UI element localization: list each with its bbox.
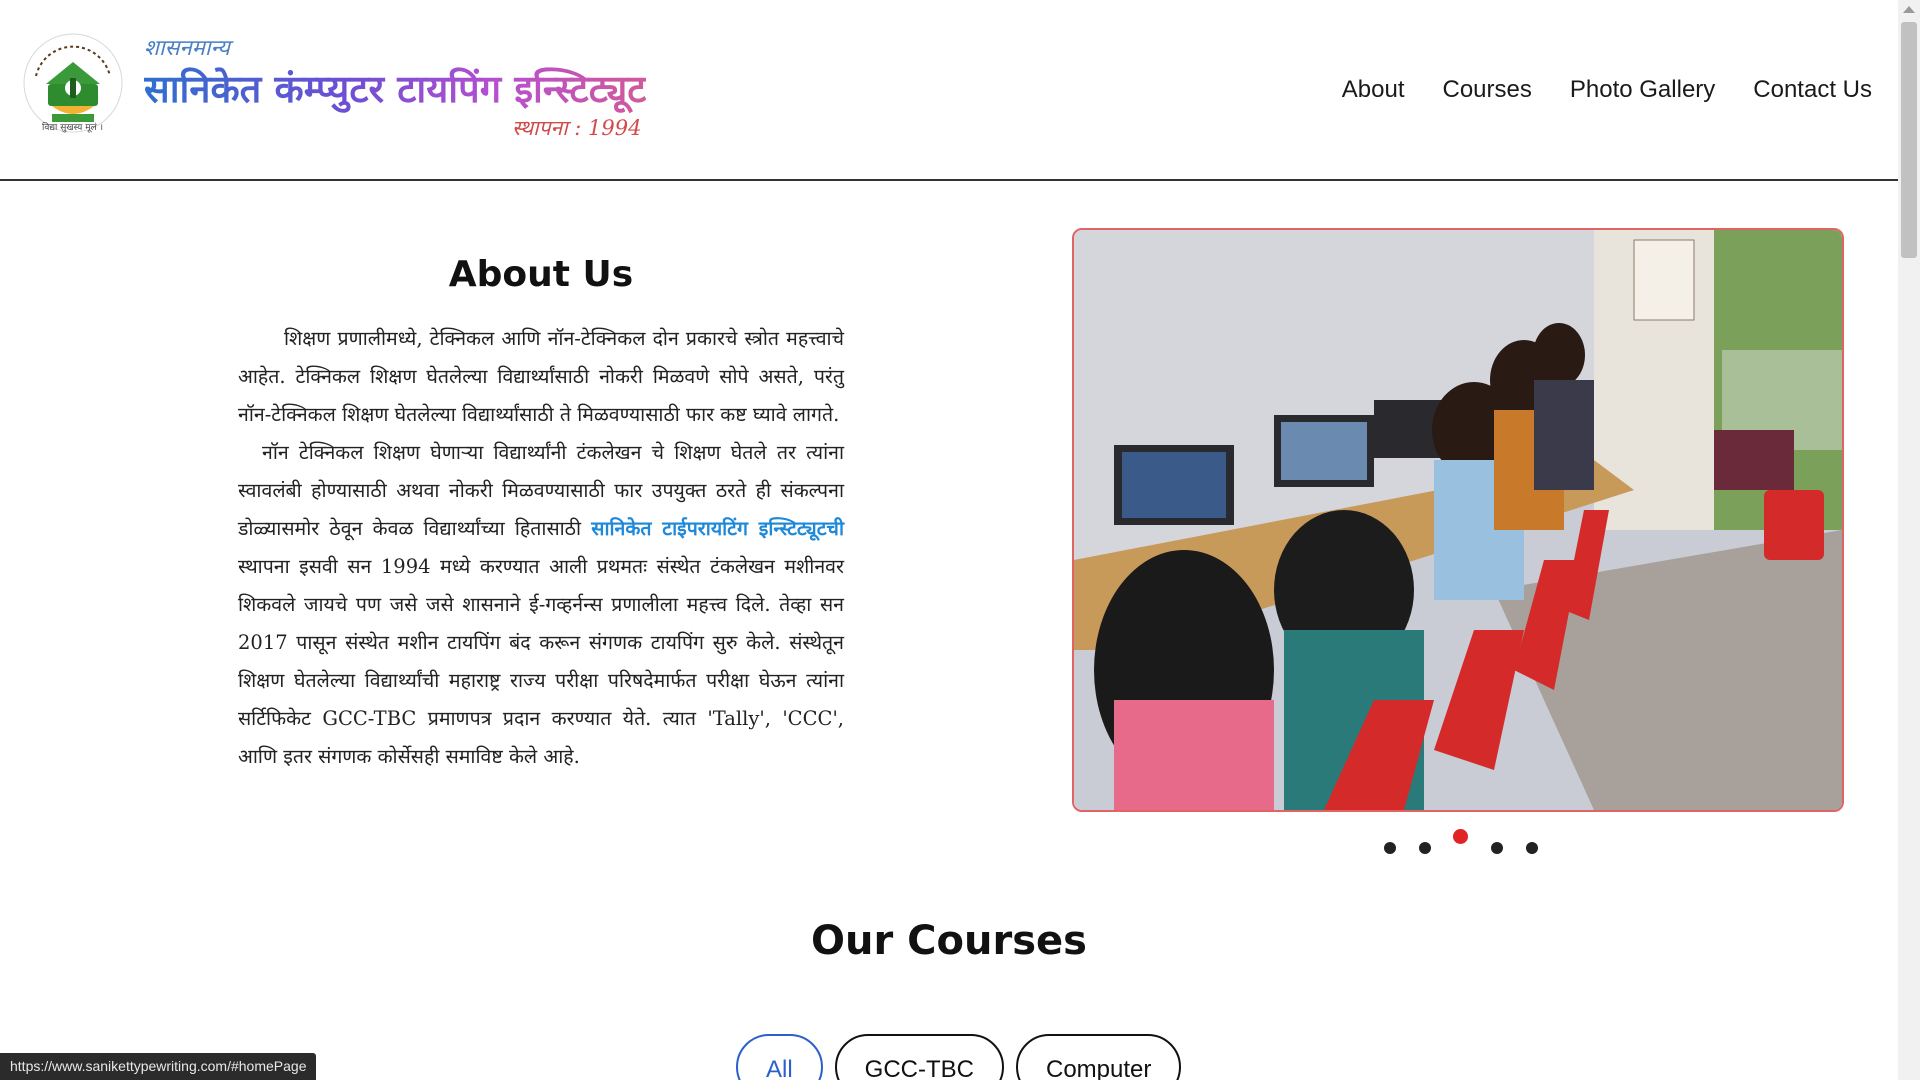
course-filters: All GCC-TBC Computer <box>736 1034 1182 1080</box>
nav-contact-us[interactable]: Contact Us <box>1753 76 1872 104</box>
brand-name[interactable]: सानिकेत कंम्प्युटर टायपिंग इन्स्टिट्यूट <box>144 62 646 114</box>
scrollbar-thumb[interactable] <box>1901 22 1917 258</box>
nav-about[interactable]: About <box>1342 76 1405 104</box>
logo-caption: विद्या सुखस्य मूलं । <box>42 123 103 133</box>
filter-all[interactable]: All <box>736 1034 823 1080</box>
about-paragraph-1: शिक्षण प्रणालीमध्ये, टेक्निकल आणि नॉन-टे… <box>238 327 844 426</box>
institute-logo[interactable]: विद्या सुखस्य मूलं । <box>22 32 124 134</box>
carousel-dot-4[interactable] <box>1491 842 1503 854</box>
carousel-slide-image <box>1074 230 1842 810</box>
carousel-dot-5[interactable] <box>1526 842 1538 854</box>
link-status-bar: https://www.sanikettypewriting.com/#home… <box>0 1053 317 1080</box>
main-nav: About Courses Photo Gallery Contact Us <box>1304 76 1872 104</box>
institute-name-link[interactable]: सानिकेत टाईपरायटिंग इन्स्टिट्यूटची <box>591 517 844 540</box>
nav-courses[interactable]: Courses <box>1443 76 1532 104</box>
about-title: About Us <box>448 254 634 295</box>
brand-tagline: शासनमान्य <box>144 36 230 61</box>
about-text: शिक्षण प्रणालीमध्ये, टेक्निकल आणि नॉन-टे… <box>238 320 844 776</box>
courses-title: Our Courses <box>811 918 1087 964</box>
carousel-indicators <box>1380 828 1540 858</box>
page-scrollbar[interactable] <box>1898 0 1920 1080</box>
filter-gcc-tbc[interactable]: GCC-TBC <box>834 1034 1004 1080</box>
about-paragraph-2: नॉन टेक्निकल शिक्षण घेणाऱ्या विद्यार्थ्य… <box>238 434 844 776</box>
filter-computer[interactable]: Computer <box>1016 1034 1182 1080</box>
carousel-dot-2[interactable] <box>1419 842 1431 854</box>
site-header: विद्या सुखस्य मूलं । शासनमान्य सानिकेत क… <box>0 0 1898 181</box>
carousel-dot-3-active[interactable] <box>1453 829 1468 844</box>
nav-photo-gallery[interactable]: Photo Gallery <box>1570 76 1715 104</box>
photo-carousel[interactable] <box>1072 228 1844 812</box>
carousel-dot-1[interactable] <box>1384 842 1396 854</box>
established-year: स्थापना : 1994 <box>512 116 642 140</box>
about-paragraph-2-end: स्थापना इसवी सन 1994 मध्ये करण्यात आली प… <box>238 555 844 768</box>
scroll-up-arrow-icon[interactable] <box>1903 6 1915 13</box>
